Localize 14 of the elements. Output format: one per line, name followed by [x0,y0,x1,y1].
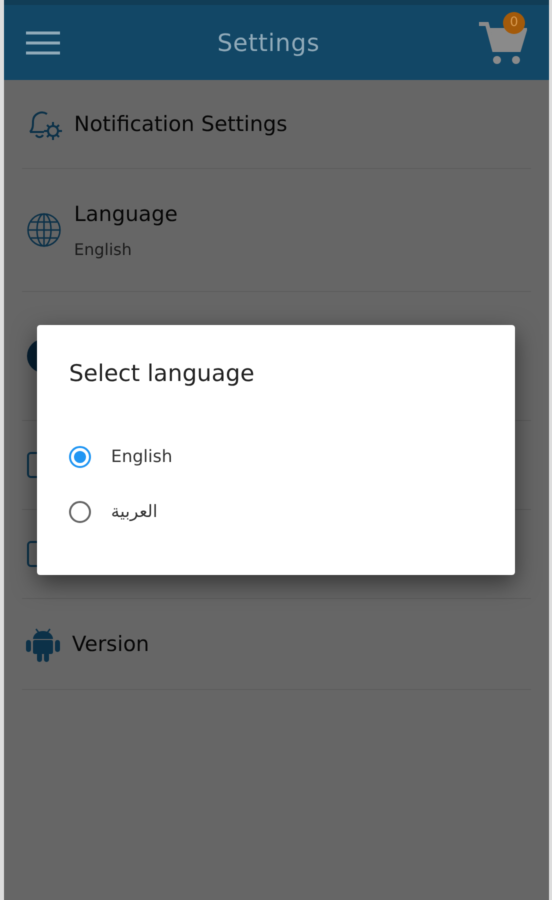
android-icon [26,626,60,662]
setting-label: Version [72,632,150,656]
screen-title: Settings [217,28,320,56]
setting-label: Notification Settings [74,112,288,136]
option-label[interactable]: العربية [111,502,158,522]
menu-icon[interactable] [26,30,60,56]
radio-button[interactable] [69,446,91,468]
radio-button[interactable] [69,500,91,522]
cart-count-badge: 0 [503,12,525,34]
setting-value: English [74,240,133,258]
globe-icon [26,212,62,248]
dialog-title: Select language [69,361,256,387]
option-label[interactable]: English [111,446,172,466]
setting-label: Language [74,202,178,226]
